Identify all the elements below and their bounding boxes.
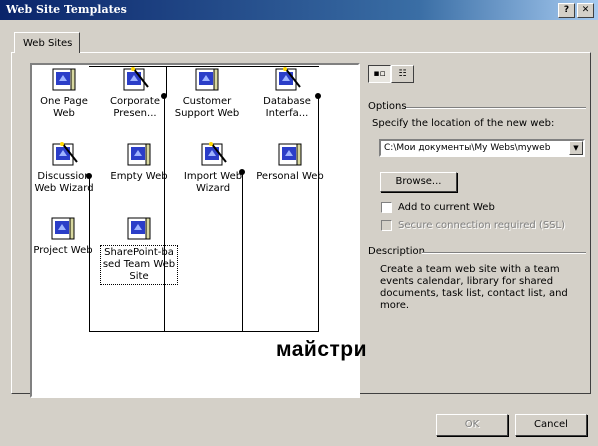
location-combobox[interactable]: C:\Мои документы\My Webs\myweb ▼ xyxy=(379,139,585,157)
connector-line xyxy=(89,66,319,67)
connector-line xyxy=(89,331,319,332)
options-divider xyxy=(406,107,586,109)
dropdown-arrow-icon[interactable]: ▼ xyxy=(569,141,583,155)
window-title: Web Site Templates xyxy=(6,3,127,16)
large-icons-view-button[interactable]: ▪▫ xyxy=(368,65,391,83)
tab-web-sites[interactable]: Web Sites xyxy=(14,32,80,53)
page-icon xyxy=(193,67,221,93)
template-label: Project Web xyxy=(33,245,93,256)
page-icon xyxy=(49,216,77,242)
page-icon xyxy=(125,142,153,168)
wizards-annotation: майстри xyxy=(276,338,368,361)
template-item[interactable]: Database Interfa... xyxy=(248,67,326,120)
description-divider xyxy=(422,252,586,254)
connector-line xyxy=(164,96,165,332)
location-label: Specify the location of the new web: xyxy=(372,118,555,129)
title-bar[interactable]: Web Site Templates ? ✕ xyxy=(0,0,598,20)
template-label: Corporate Presen... xyxy=(110,96,160,119)
details-list-icon: ☷ xyxy=(398,69,407,79)
template-item[interactable]: SharePoint-ba sed Team Web Site xyxy=(100,216,178,285)
template-item[interactable]: Project Web xyxy=(24,216,102,257)
page-icon xyxy=(276,142,304,168)
connector-line xyxy=(89,176,90,332)
help-button[interactable]: ? xyxy=(558,3,575,18)
template-label: Empty Web xyxy=(110,171,168,182)
secure-connection-checkbox xyxy=(381,220,392,231)
cancel-button[interactable]: Cancel xyxy=(515,414,587,436)
template-item[interactable]: Empty Web xyxy=(100,142,178,183)
template-label: SharePoint-ba sed Team Web Site xyxy=(100,245,178,285)
template-description: Create a team web site with a team event… xyxy=(380,264,568,311)
connector-dot xyxy=(239,169,245,175)
template-label: One Page Web xyxy=(40,96,88,119)
wizard-wand-icon xyxy=(50,142,78,168)
template-item[interactable]: Discussion Web Wizard xyxy=(25,142,103,195)
add-to-current-label: Add to current Web xyxy=(398,202,495,213)
connector-line xyxy=(318,96,319,332)
page-icon xyxy=(50,67,78,93)
options-group-label: Options xyxy=(368,101,407,112)
tab-label: Web Sites xyxy=(23,38,73,49)
browse-label: Browse... xyxy=(395,176,442,187)
location-value: C:\Мои документы\My Webs\myweb xyxy=(384,143,551,153)
ok-label: OK xyxy=(464,419,480,430)
wizard-wand-icon xyxy=(121,67,149,93)
connector-dot xyxy=(86,173,92,179)
template-item[interactable]: One Page Web xyxy=(25,67,103,120)
view-toggle: ▪▫ ☷ xyxy=(368,65,416,83)
close-button[interactable]: ✕ xyxy=(577,3,594,18)
secure-connection-label: Secure connection required (SSL) xyxy=(398,220,565,231)
connector-line xyxy=(166,66,167,96)
description-group-label: Description xyxy=(368,246,425,257)
cancel-label: Cancel xyxy=(534,419,568,430)
connector-line xyxy=(242,172,243,332)
wizard-wand-icon xyxy=(199,142,227,168)
details-view-button[interactable]: ☷ xyxy=(391,65,414,83)
connector-dot xyxy=(315,93,321,99)
large-icons-icon: ▪▫ xyxy=(373,69,386,79)
wizard-wand-icon xyxy=(273,67,301,93)
connector-dot xyxy=(161,93,167,99)
template-item[interactable]: Customer Support Web xyxy=(168,67,246,120)
page-icon xyxy=(125,216,153,242)
browse-button[interactable]: Browse... xyxy=(380,172,457,192)
template-label: Customer Support Web xyxy=(174,96,240,119)
ok-button: OK xyxy=(436,414,508,436)
template-label: Database Interfa... xyxy=(263,96,311,119)
add-to-current-checkbox[interactable] xyxy=(381,202,392,213)
